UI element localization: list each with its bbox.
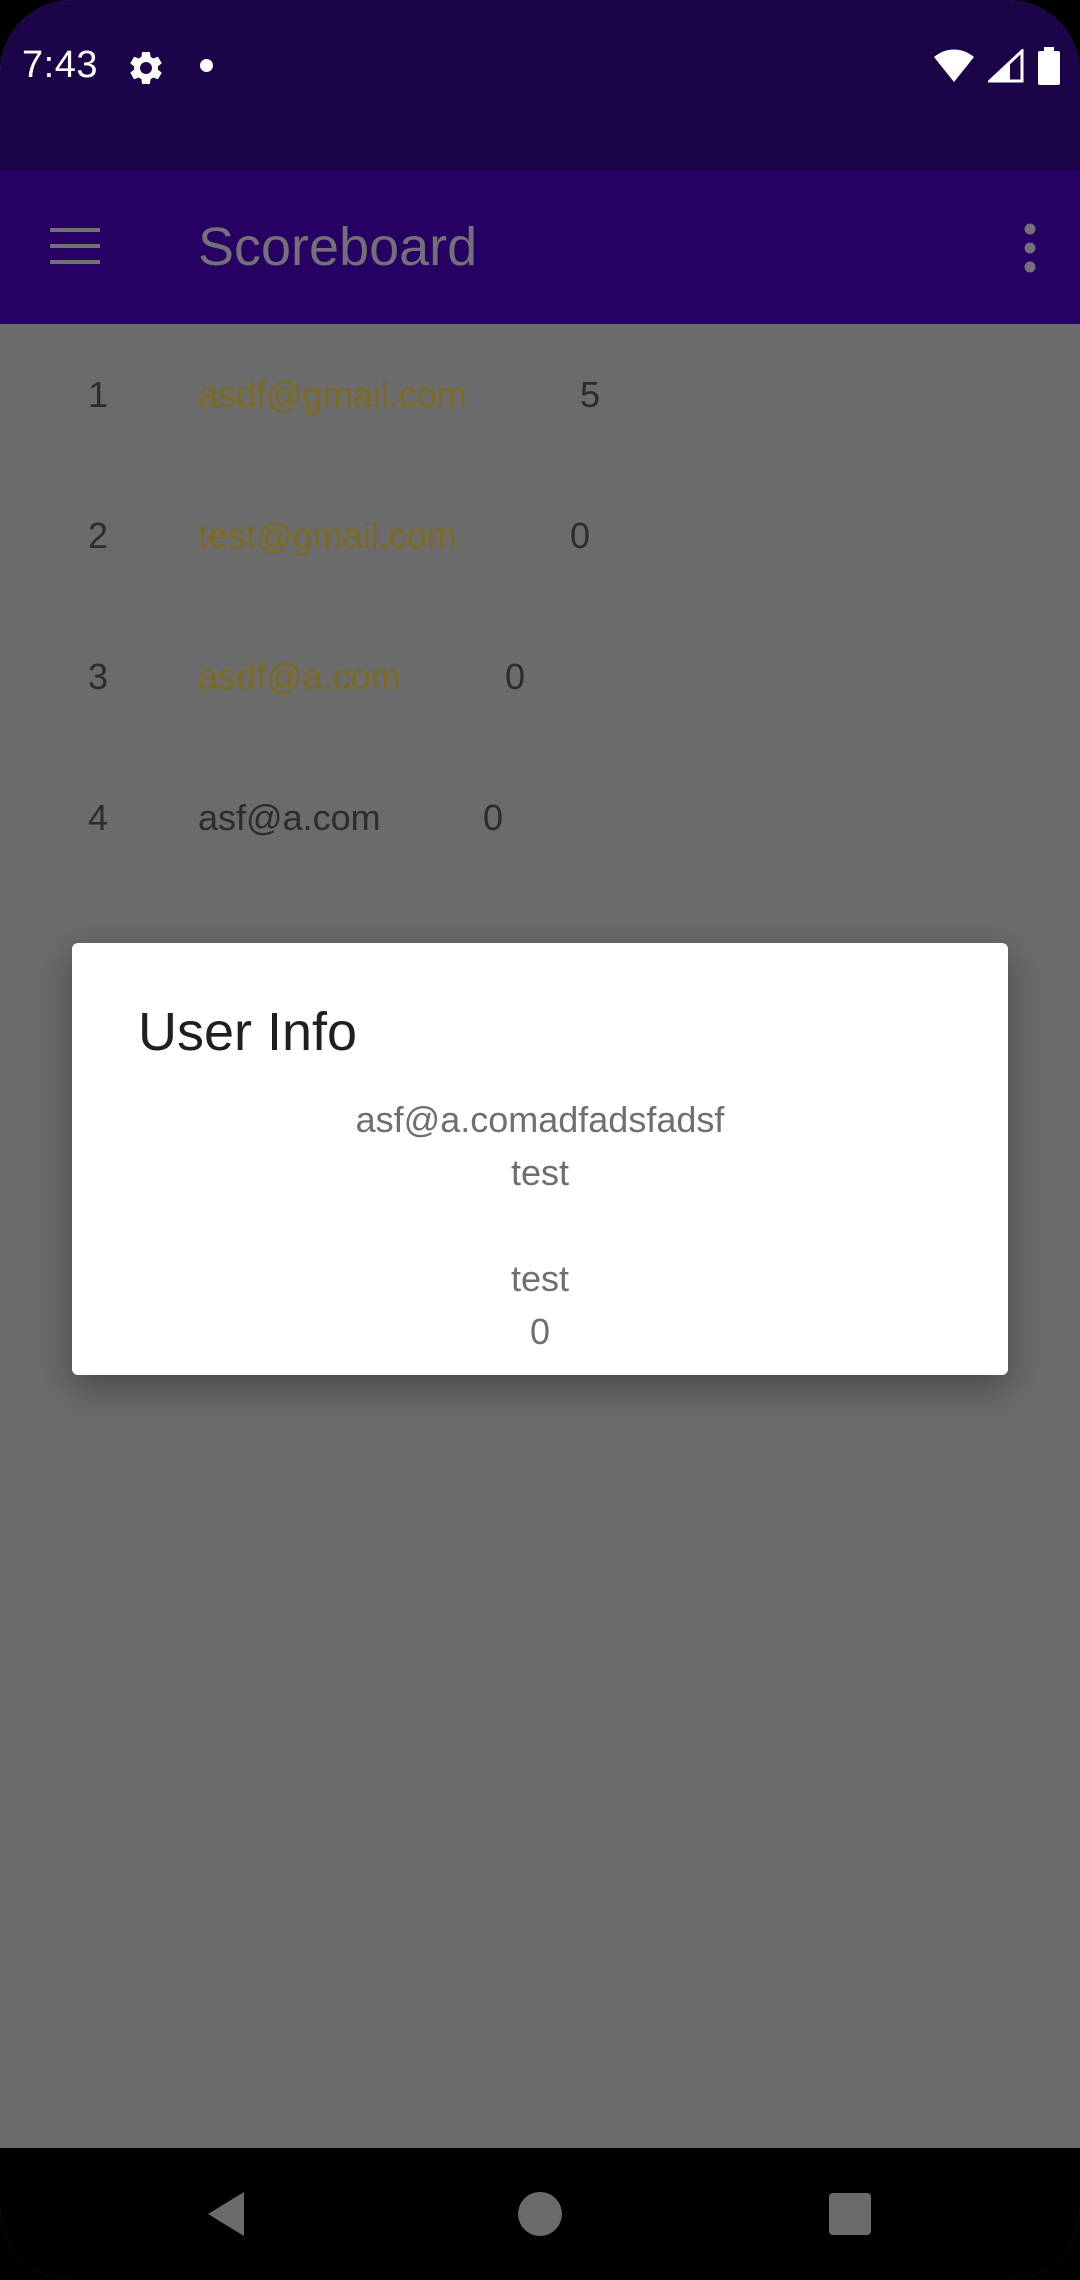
battery-icon <box>1038 47 1060 85</box>
row-score: 0 <box>505 656 526 697</box>
status-time: 7:43 <box>22 44 98 86</box>
scoreboard-row[interactable]: 4 asf@a.com 0 <box>0 747 1080 887</box>
row-email[interactable]: asf@a.com <box>198 797 381 839</box>
recents-icon[interactable] <box>829 2193 871 2235</box>
home-icon[interactable] <box>518 2192 562 2236</box>
page-title: Scoreboard <box>198 217 478 277</box>
wifi-icon <box>934 49 974 82</box>
user-info-dialog: User Info asf@a.comadfadsfadsf test test… <box>72 943 1008 1375</box>
scoreboard-row[interactable]: 3 asdf@a.com 0 <box>0 606 1080 746</box>
app-bar: Scoreboard <box>0 170 1080 324</box>
back-icon[interactable] <box>204 2190 248 2238</box>
row-rank: 2 <box>88 515 109 556</box>
row-rank: 4 <box>88 797 109 838</box>
notification-dot-icon <box>200 59 213 72</box>
dialog-title: User Info <box>138 1002 358 1062</box>
row-email[interactable]: asdf@gmail.com <box>198 374 467 416</box>
dialog-line: 0 <box>529 1311 551 1352</box>
dialog-line: asf@a.comadfadsfadsf <box>355 1099 725 1140</box>
dialog-line: test <box>510 1258 570 1299</box>
more-vert-icon[interactable] <box>1020 222 1040 274</box>
navigation-bar <box>0 2148 1080 2280</box>
gear-icon <box>130 51 162 84</box>
row-score: 5 <box>580 374 601 415</box>
dialog-line: test <box>510 1152 570 1193</box>
scoreboard-row[interactable]: 1 asdf@gmail.com 5 <box>0 324 1080 464</box>
scoreboard-row[interactable]: 2 test@gmail.com 0 <box>0 465 1080 605</box>
menu-icon[interactable] <box>46 222 104 270</box>
status-icons <box>934 46 1060 86</box>
dialog-body: asf@a.comadfadsfadsf test test 0 <box>72 1093 1008 1358</box>
row-rank: 1 <box>88 374 109 415</box>
row-rank: 3 <box>88 656 109 697</box>
row-score: 0 <box>570 515 591 556</box>
signal-icon <box>988 49 1024 83</box>
row-email[interactable]: test@gmail.com <box>198 515 457 557</box>
status-bar: 7:43 <box>0 0 1080 170</box>
row-score: 0 <box>483 797 504 838</box>
device-screen: 7:43 Scoreboard 1 asdf@gmail.com 5 2 tes… <box>0 0 1080 2280</box>
dialog-line <box>72 1199 1008 1252</box>
row-email[interactable]: asdf@a.com <box>198 656 401 698</box>
